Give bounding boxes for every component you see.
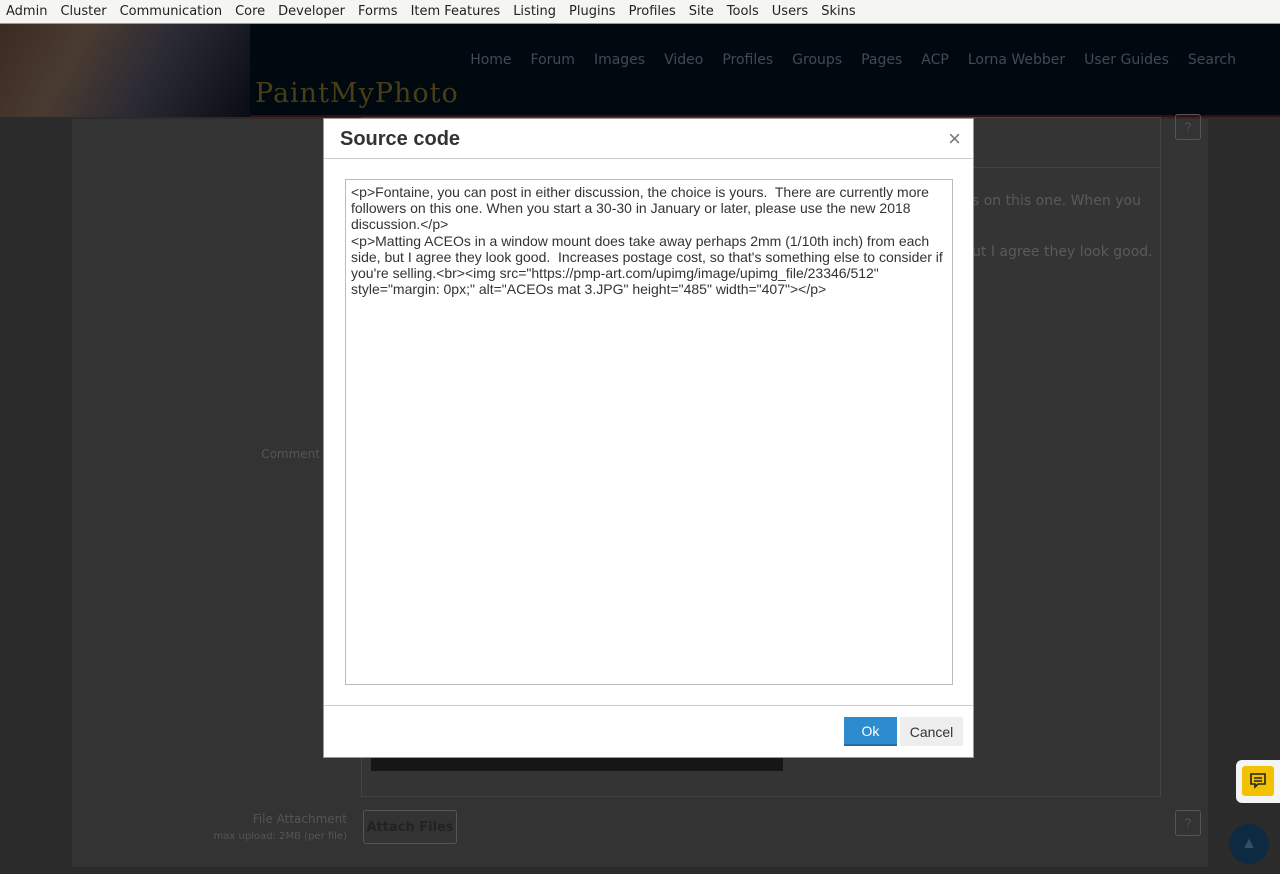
editor-text-line: ut I agree they look good. — [972, 244, 1153, 260]
admin-menu-listing[interactable]: Listing — [513, 4, 556, 19]
admin-menu-tools[interactable]: Tools — [727, 4, 759, 19]
arrow-up-icon: ▲ — [1241, 835, 1257, 852]
admin-menu-forms[interactable]: Forms — [358, 4, 398, 19]
help-button[interactable]: ? — [1175, 810, 1201, 836]
nav-user-guides[interactable]: User Guides — [1084, 52, 1169, 68]
admin-menu-profiles[interactable]: Profiles — [629, 4, 676, 19]
max-upload-note: max upload: 2MB (per file) — [213, 831, 347, 842]
admin-menu-communication[interactable]: Communication — [120, 4, 222, 19]
embedded-image — [371, 757, 783, 771]
file-attachment-label: File Attachment — [252, 812, 347, 826]
nav-search[interactable]: Search — [1188, 52, 1236, 68]
admin-menu-admin[interactable]: Admin — [6, 4, 47, 19]
help-button[interactable]: ? — [1175, 114, 1201, 140]
dialog-footer: Ok Cancel — [324, 705, 973, 757]
editor-text-line: s on this one. When you — [972, 193, 1141, 209]
nav-images[interactable]: Images — [594, 52, 645, 68]
banner-image — [0, 24, 250, 117]
nav-forum[interactable]: Forum — [531, 52, 575, 68]
nav-video[interactable]: Video — [664, 52, 703, 68]
admin-toolbar: Admin Cluster Communication Core Develop… — [0, 0, 1280, 24]
comment-label: Comment — [261, 447, 320, 461]
feedback-button[interactable] — [1236, 760, 1280, 803]
admin-menu-users[interactable]: Users — [772, 4, 808, 19]
source-code-textarea[interactable]: <p>Fontaine, you can post in either disc… — [345, 179, 953, 685]
scroll-to-top-button[interactable]: ▲ — [1229, 824, 1269, 864]
nav-profiles[interactable]: Profiles — [722, 52, 773, 68]
attach-files-button[interactable]: Attach Files — [363, 810, 457, 844]
nav-acp[interactable]: ACP — [921, 52, 949, 68]
admin-menu-site[interactable]: Site — [689, 4, 714, 19]
admin-menu-item-features[interactable]: Item Features — [411, 4, 501, 19]
close-icon[interactable]: × — [948, 126, 961, 152]
admin-menu-cluster[interactable]: Cluster — [60, 4, 106, 19]
source-code-dialog: Source code × <p>Fontaine, you can post … — [323, 118, 974, 758]
nav-pages[interactable]: Pages — [861, 52, 902, 68]
site-header: PaintMyPhoto Home Forum Images Video Pro… — [0, 24, 1280, 117]
site-logo[interactable]: PaintMyPhoto — [255, 78, 459, 109]
dialog-title: Source code — [340, 128, 461, 150]
admin-menu-plugins[interactable]: Plugins — [569, 4, 616, 19]
nav-home[interactable]: Home — [470, 52, 511, 68]
feedback-icon — [1242, 766, 1274, 796]
main-nav: Home Forum Images Video Profiles Groups … — [470, 52, 1236, 68]
admin-menu-skins[interactable]: Skins — [821, 4, 855, 19]
cancel-button[interactable]: Cancel — [900, 717, 963, 746]
admin-menu-developer[interactable]: Developer — [278, 4, 345, 19]
ok-button[interactable]: Ok — [844, 717, 897, 746]
nav-groups[interactable]: Groups — [792, 52, 842, 68]
dialog-header: Source code × — [324, 119, 973, 159]
admin-menu-core[interactable]: Core — [235, 4, 265, 19]
nav-user[interactable]: Lorna Webber — [968, 52, 1065, 68]
